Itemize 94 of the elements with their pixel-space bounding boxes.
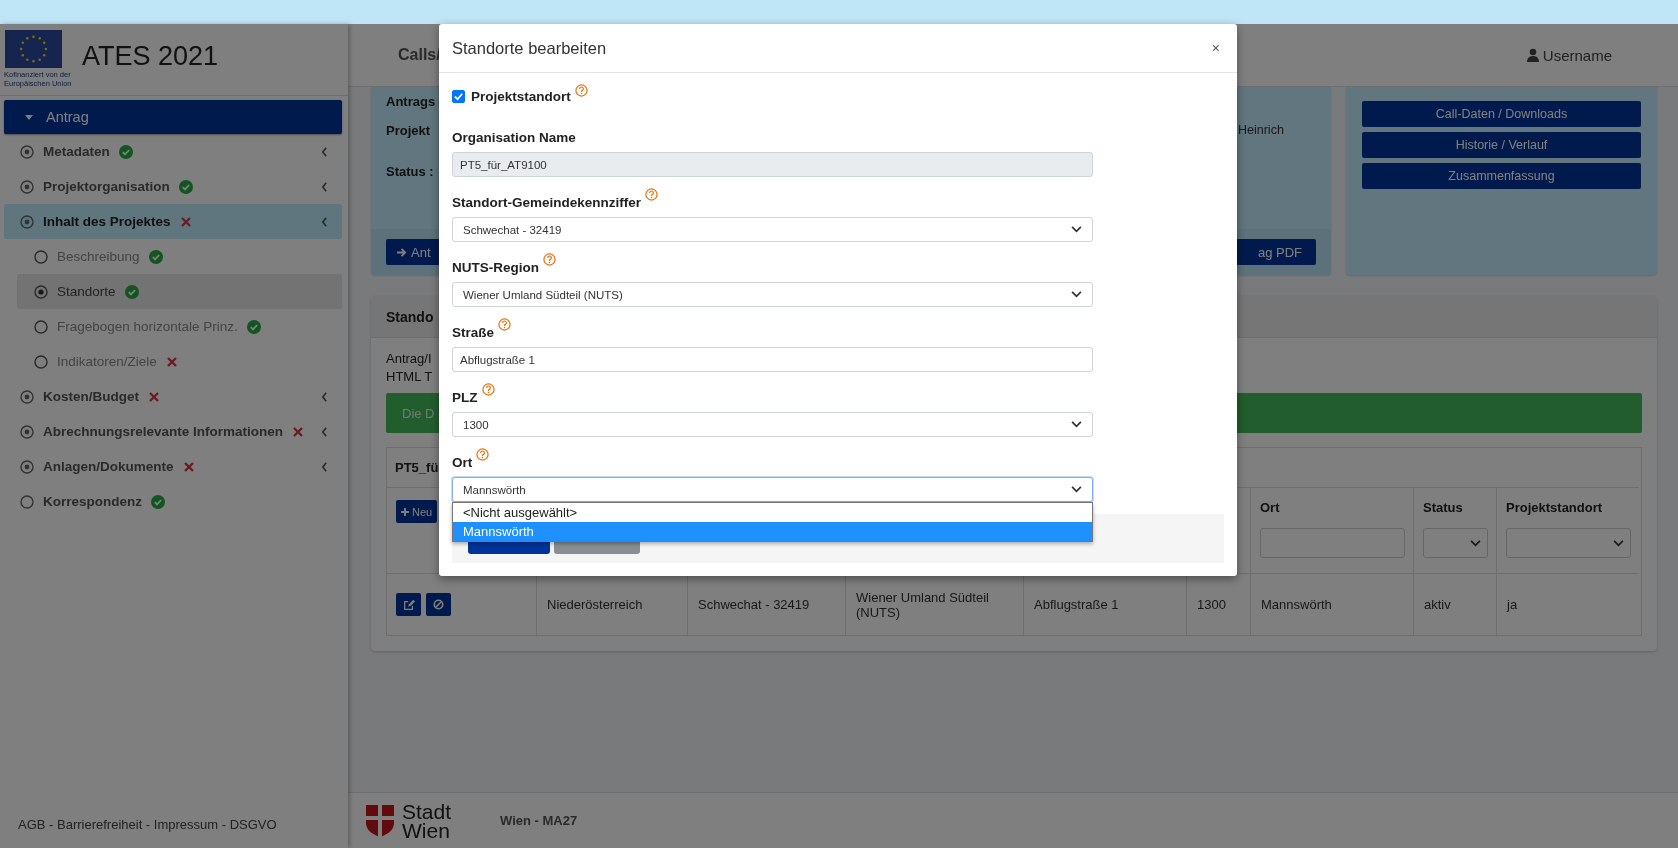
dot-circle-icon [20,459,34,474]
summary-value: Heinrich [1238,123,1284,137]
action-button[interactable]: Call-Daten / Downloads [1362,101,1641,127]
nav-item[interactable]: Korrespondenz [4,484,342,519]
chevron-left-icon [321,391,328,402]
chevron-down-icon [1470,539,1481,547]
nav-link[interactable]: Calls/ [398,46,441,64]
filter-field[interactable] [1260,528,1405,558]
user-icon [1526,48,1539,62]
nav-item[interactable]: Abrechnungsrelevante Informationen [4,414,342,449]
dot-circle-icon [20,389,34,404]
summary-label: Status : [386,163,434,179]
nav-item[interactable]: Inhalt des Projektes [4,204,342,239]
field-label: Ort [452,455,473,470]
caret-icon [24,112,34,122]
dot-circle-icon [20,424,34,439]
logo-text: Stadt Wien [402,801,452,840]
edit-icon [402,598,415,611]
help-icon[interactable] [574,84,588,97]
readonly-field: PT5_für_AT9100 [452,152,1093,177]
column-header: Ort [1260,500,1281,515]
table-cell-text: ja [1505,596,1519,614]
nav-item[interactable]: Kosten/Budget [4,379,342,414]
nav-subitem[interactable]: Beschreibung [17,239,342,274]
footer-links[interactable]: AGB - Barrierefreiheit - Impressum - DSGVO [0,817,348,848]
action-button[interactable]: Zusammenfassung [1362,163,1641,189]
field-label: NUTS-Region [452,260,539,275]
help-icon[interactable] [645,188,659,201]
dot-circle-icon [20,144,34,159]
dropdown-field[interactable]: 1300 [452,412,1093,437]
chevron-left-icon [321,216,328,227]
dropdown-field[interactable]: Wiener Umland Südteil (NUTS) [452,282,1093,307]
ban-icon [433,599,444,610]
chevron-left-icon [321,146,328,157]
app-title: ATES 2021 [82,41,219,72]
chevron-down-icon [1071,421,1082,428]
field-label: Organisation Name [452,130,576,145]
info-text: Antrag/I [386,350,432,368]
dot-circle-icon [20,214,34,229]
circle-icon [20,494,34,509]
nav-item[interactable]: Metadaten [4,134,342,169]
modal-title: Standorte bearbeiten [452,38,607,58]
help-icon[interactable] [476,448,490,461]
flag-logo [5,30,62,68]
dropdown-option[interactable]: <Nicht ausgewählt> [453,503,1092,522]
chevron-down-icon [1071,486,1082,493]
nav-subitem[interactable]: Standorte [17,274,342,309]
table-cell: Mannswörth [1251,574,1414,635]
column-header: Status [1423,500,1464,515]
info-text: HTML T [386,368,433,386]
help-icon[interactable] [481,383,495,396]
circle-icon [34,354,48,369]
text-field[interactable]: Abflugstraße 1 [452,347,1093,372]
action-button[interactable]: Historie / Verlauf [1362,132,1641,158]
action-button[interactable]: Ant [386,239,441,265]
chevron-down-icon [1071,291,1082,298]
circle-icon [34,319,48,334]
dot-circle-icon [20,179,34,194]
plus-icon [401,507,409,516]
org-name: Wien - MA27 [500,813,578,828]
edit-button[interactable] [396,593,421,616]
field-label: Projektstandort [471,88,571,104]
chevron-left-icon [321,461,328,472]
field-label: PLZ [452,390,478,405]
shield-logo [366,804,394,837]
table-cell: aktiv [1414,574,1497,635]
close-button[interactable]: × [1207,38,1224,58]
nav-section-header[interactable]: Antrag [4,100,342,134]
dropdown-option[interactable]: Mannswörth [453,522,1092,541]
arrow-right-icon [396,246,407,258]
dot-circle-icon [34,284,48,299]
nav-item[interactable]: Projektorganisation [4,169,342,204]
chevron-left-icon [321,181,328,192]
help-icon[interactable] [543,253,556,266]
nav-subitem[interactable]: Fragebogen horizontale Prinz. [17,309,342,344]
disable-button[interactable] [426,593,451,616]
card-title: Stando [386,308,434,325]
chevron-down-icon [1071,226,1082,233]
help-icon[interactable] [498,318,512,331]
chevron-down-icon [1613,539,1624,547]
column-header: Projektstandort [1506,500,1604,515]
chevron-left-icon [321,426,328,437]
user-menu[interactable]: Username [1526,46,1612,64]
summary-label: Antrags [386,93,436,109]
nav-subitem[interactable]: Indikatoren/Ziele [17,344,342,379]
new-button[interactable]: Neu [396,500,438,523]
dropdown-field[interactable]: Mannswörth [452,477,1093,502]
summary-label: Projekt [386,122,431,138]
checkbox[interactable] [452,89,465,103]
field-label: Straße [452,325,495,340]
circle-icon [34,249,48,264]
nav-item[interactable]: Anlagen/Dokumente [4,449,342,484]
dropdown-field[interactable]: Schwechat - 32419 [452,217,1093,242]
field-label: Standort-Gemeindekennziffer [452,195,642,210]
